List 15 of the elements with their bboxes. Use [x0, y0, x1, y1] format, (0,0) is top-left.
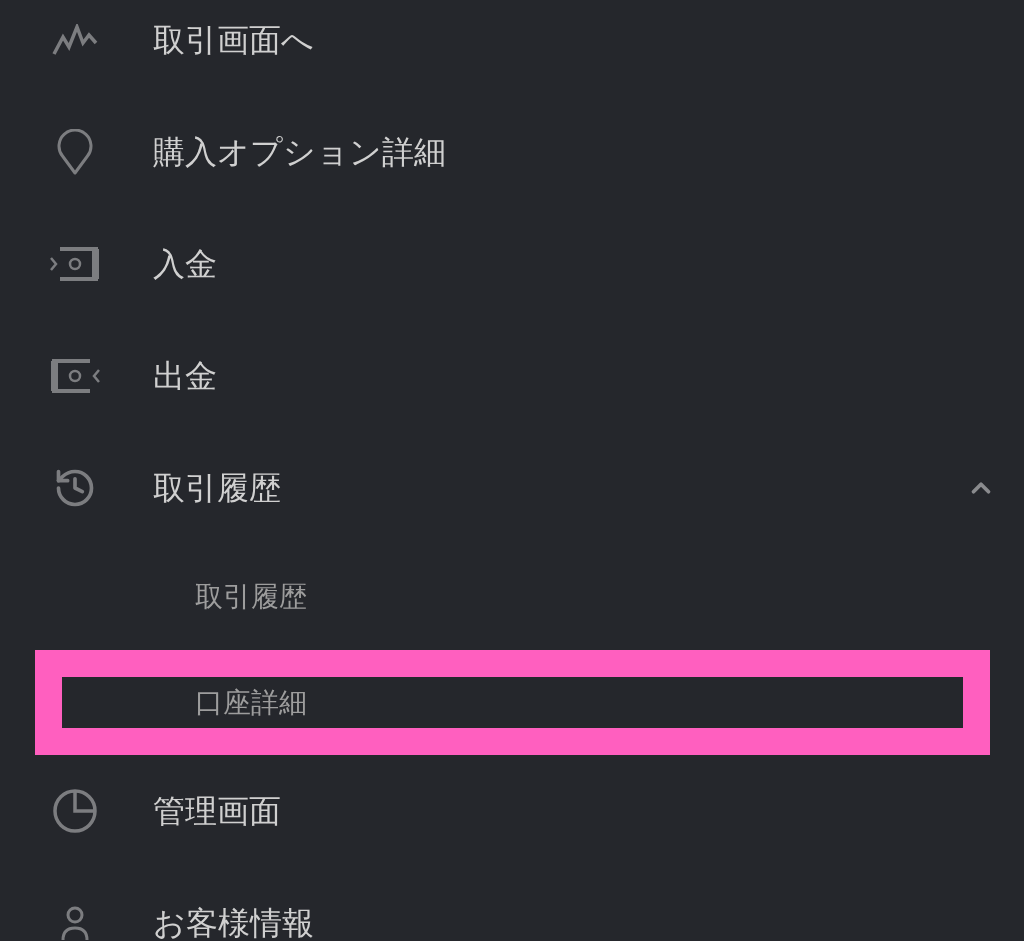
submenu-item[interactable]: 取引履歴: [0, 544, 1024, 650]
menu-item[interactable]: 取引画面へ: [0, 0, 1024, 96]
menu-item[interactable]: 購入オプション詳細: [0, 96, 1024, 208]
menu-item[interactable]: 取引履歴: [0, 432, 1024, 544]
menu-item[interactable]: 出金: [0, 320, 1024, 432]
banknote-arrow-icon: [50, 247, 100, 281]
menu-item[interactable]: 入金: [0, 208, 1024, 320]
line-chart-icon: [52, 24, 98, 56]
map-pin-icon: [56, 128, 94, 176]
menu-item[interactable]: お客様情報: [0, 867, 1024, 941]
pie-chart-icon: [53, 789, 97, 833]
banknote-arrow-icon: [50, 359, 100, 393]
menu-item[interactable]: 管理画面: [0, 755, 1024, 867]
submenu-item[interactable]: 口座詳細: [62, 677, 963, 728]
person-icon: [61, 906, 89, 940]
